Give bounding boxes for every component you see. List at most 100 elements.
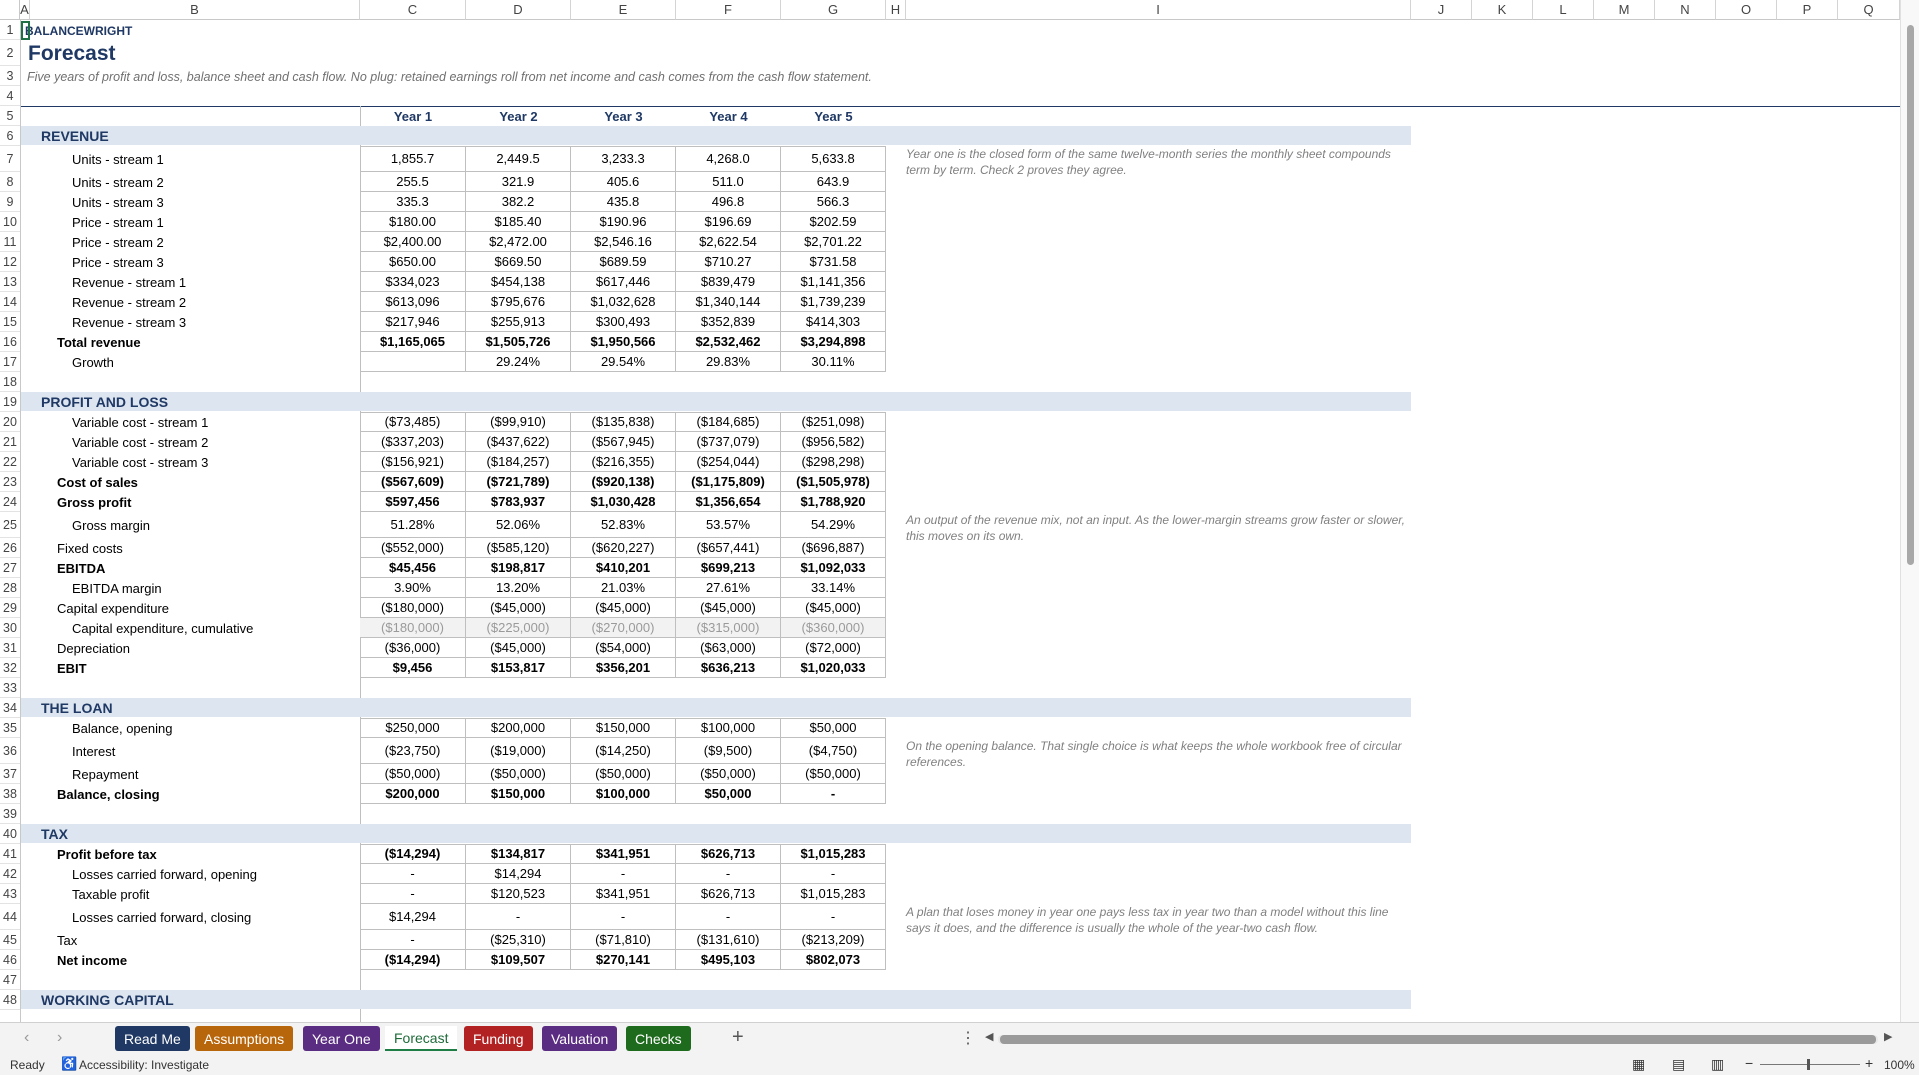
value-cell[interactable]: $414,303: [781, 312, 886, 332]
value-cell[interactable]: $341,951: [571, 884, 676, 904]
more-options-icon[interactable]: ⋮: [960, 1028, 976, 1048]
value-cell[interactable]: $495,103: [676, 950, 781, 970]
row-header[interactable]: 20: [0, 412, 20, 432]
next-sheet-icon[interactable]: ›: [57, 1029, 62, 1047]
value-cell[interactable]: $50,000: [676, 784, 781, 804]
value-cell[interactable]: ($4,750): [781, 738, 886, 764]
value-cell[interactable]: $1,141,356: [781, 272, 886, 292]
value-cell[interactable]: $300,493: [571, 312, 676, 332]
value-cell[interactable]: ($71,810): [571, 930, 676, 950]
page-layout-icon[interactable]: ▤: [1672, 1056, 1685, 1073]
tab-forecast[interactable]: Forecast: [385, 1026, 458, 1051]
value-cell[interactable]: $190.96: [571, 212, 676, 232]
value-cell[interactable]: ($298,298): [781, 452, 886, 472]
value-cell[interactable]: $50,000: [781, 718, 886, 738]
value-cell[interactable]: ($45,000): [466, 638, 571, 658]
value-cell[interactable]: 51.28%: [360, 512, 466, 538]
value-cell[interactable]: 1,855.7: [360, 146, 466, 172]
value-cell[interactable]: $1,015,283: [781, 844, 886, 864]
value-cell[interactable]: 566.3: [781, 192, 886, 212]
row-header[interactable]: 16: [0, 332, 20, 352]
zoom-slider[interactable]: [1760, 1059, 1860, 1070]
value-cell[interactable]: ($14,294): [360, 844, 466, 864]
value-cell[interactable]: $454,138: [466, 272, 571, 292]
row-header[interactable]: 23: [0, 472, 20, 492]
value-cell[interactable]: ($50,000): [571, 764, 676, 784]
value-cell[interactable]: $2,546.16: [571, 232, 676, 252]
value-cell[interactable]: -: [360, 884, 466, 904]
value-cell[interactable]: $1,030,428: [571, 492, 676, 512]
value-cell[interactable]: ($63,000): [676, 638, 781, 658]
value-cell[interactable]: $202.59: [781, 212, 886, 232]
tab-funding[interactable]: Funding: [464, 1026, 533, 1051]
column-header-k[interactable]: K: [1472, 0, 1533, 20]
value-cell[interactable]: 21.03%: [571, 578, 676, 598]
horizontal-scrollbar[interactable]: [998, 1035, 1878, 1044]
value-cell[interactable]: ($45,000): [571, 598, 676, 618]
value-cell[interactable]: $783,937: [466, 492, 571, 512]
value-cell[interactable]: ($1,175,809): [676, 472, 781, 492]
value-cell[interactable]: 33.14%: [781, 578, 886, 598]
value-cell[interactable]: [360, 352, 466, 372]
row-header[interactable]: 22: [0, 452, 20, 472]
tab-assumptions[interactable]: Assumptions: [195, 1026, 294, 1051]
row-header[interactable]: 4: [0, 86, 20, 106]
value-cell[interactable]: ($36,000): [360, 638, 466, 658]
zoom-out-icon[interactable]: −: [1745, 1055, 1753, 1071]
value-cell[interactable]: 13.20%: [466, 578, 571, 598]
row-header[interactable]: 3: [0, 66, 20, 86]
value-cell[interactable]: ($552,000): [360, 538, 466, 558]
value-cell[interactable]: $341,951: [571, 844, 676, 864]
value-cell[interactable]: ($72,000): [781, 638, 886, 658]
row-header[interactable]: 32: [0, 658, 20, 678]
row-header[interactable]: 11: [0, 232, 20, 252]
value-cell[interactable]: ($184,257): [466, 452, 571, 472]
value-cell[interactable]: $134,817: [466, 844, 571, 864]
value-cell[interactable]: ($737,079): [676, 432, 781, 452]
value-cell[interactable]: $185.40: [466, 212, 571, 232]
value-cell[interactable]: 3,233.3: [571, 146, 676, 172]
row-header[interactable]: 35: [0, 718, 20, 738]
value-cell[interactable]: $1,165,065: [360, 332, 466, 352]
value-cell[interactable]: ($920,138): [571, 472, 676, 492]
row-header[interactable]: 47: [0, 970, 20, 990]
row-header[interactable]: 17: [0, 352, 20, 372]
value-cell[interactable]: $153,817: [466, 658, 571, 678]
row-header[interactable]: 6: [0, 126, 20, 146]
value-cell[interactable]: ($585,120): [466, 538, 571, 558]
zoom-in-icon[interactable]: +: [1865, 1055, 1873, 1071]
value-cell[interactable]: ($14,250): [571, 738, 676, 764]
accessibility-status[interactable]: Accessibility: Investigate: [79, 1058, 209, 1072]
value-cell[interactable]: 30.11%: [781, 352, 886, 372]
scroll-left-icon[interactable]: ◀: [985, 1030, 993, 1043]
row-header[interactable]: 30: [0, 618, 20, 638]
row-header[interactable]: 28: [0, 578, 20, 598]
row-header[interactable]: 29: [0, 598, 20, 618]
row-header[interactable]: 38: [0, 784, 20, 804]
value-cell[interactable]: $626,713: [676, 884, 781, 904]
value-cell[interactable]: ($25,310): [466, 930, 571, 950]
active-cell-cursor[interactable]: [21, 21, 30, 40]
row-header[interactable]: 41: [0, 844, 20, 864]
value-cell[interactable]: $100,000: [571, 784, 676, 804]
vertical-scrollbar[interactable]: [1900, 0, 1919, 1022]
value-cell[interactable]: $356,201: [571, 658, 676, 678]
value-cell[interactable]: $617,446: [571, 272, 676, 292]
value-cell[interactable]: ($337,203): [360, 432, 466, 452]
value-cell[interactable]: 382.2: [466, 192, 571, 212]
row-header[interactable]: 44: [0, 904, 20, 930]
row-header[interactable]: 25: [0, 512, 20, 538]
value-cell[interactable]: $1,788,920: [781, 492, 886, 512]
zoom-slider-thumb[interactable]: [1807, 1059, 1810, 1070]
value-cell[interactable]: $2,472.00: [466, 232, 571, 252]
value-cell[interactable]: ($567,609): [360, 472, 466, 492]
value-cell[interactable]: $1,739,239: [781, 292, 886, 312]
value-cell[interactable]: 3.90%: [360, 578, 466, 598]
spreadsheet-grid[interactable]: ABCDEFGHIJKLMNOPQ 1 2 3 4 5 6 7 8 9 10 11 12 13 14 15 1…: [0, 0, 1919, 1022]
value-cell[interactable]: 27.61%: [676, 578, 781, 598]
value-cell[interactable]: 405.6: [571, 172, 676, 192]
value-cell[interactable]: ($213,209): [781, 930, 886, 950]
value-cell[interactable]: ($1,505,978): [781, 472, 886, 492]
value-cell[interactable]: 29.83%: [676, 352, 781, 372]
column-header-p[interactable]: P: [1777, 0, 1838, 20]
